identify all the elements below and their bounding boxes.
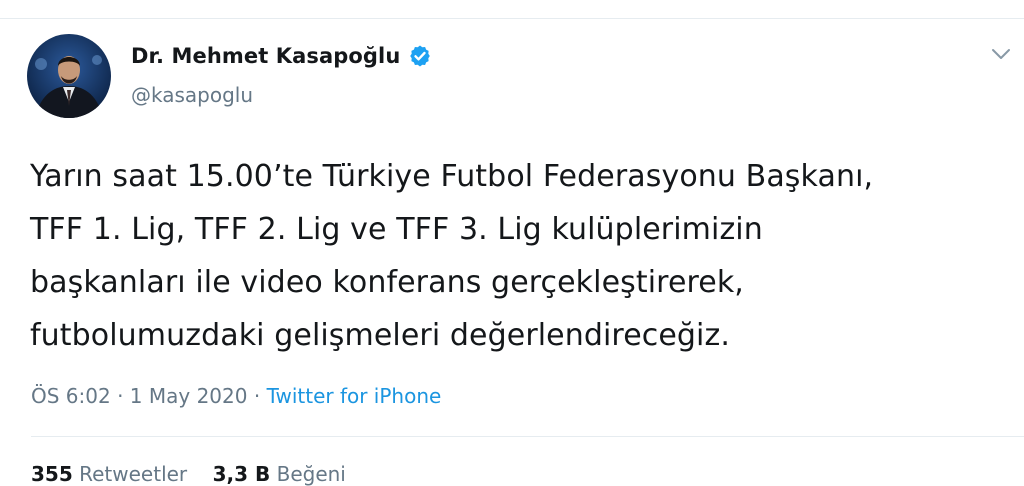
avatar-image xyxy=(27,34,111,118)
likes-count: 3,3 B xyxy=(212,462,271,486)
user-name-row[interactable]: Dr. Mehmet Kasapoğlu xyxy=(131,44,432,68)
stats-divider xyxy=(31,436,1024,437)
tweet-source-link[interactable]: Twitter for iPhone xyxy=(267,384,442,408)
retweets-label: Retweetler xyxy=(79,462,188,486)
avatar[interactable] xyxy=(27,34,111,118)
user-handle[interactable]: @kasapoglu xyxy=(131,83,253,107)
meta-separator: · xyxy=(247,384,267,408)
tweet-date[interactable]: 1 May 2020 xyxy=(130,384,248,408)
chevron-down-icon[interactable] xyxy=(988,44,1014,64)
tweet-meta: ÖS 6:02 · 1 May 2020 · Twitter for iPhon… xyxy=(31,384,441,408)
retweets-stat[interactable]: 355 Retweetler xyxy=(31,462,187,486)
retweets-count: 355 xyxy=(31,462,73,486)
top-divider xyxy=(0,0,1024,19)
meta-separator: · xyxy=(110,384,130,408)
verified-badge-icon xyxy=(410,45,431,67)
tweet-text: Yarın saat 15.00’te Türkiye Futbol Feder… xyxy=(30,159,874,353)
display-name[interactable]: Dr. Mehmet Kasapoğlu xyxy=(131,44,400,68)
likes-stat[interactable]: 3,3 B Beğeni xyxy=(213,462,346,486)
tweet-time[interactable]: ÖS 6:02 xyxy=(31,384,111,408)
tweet-stats: 355 Retweetler 3,3 B Beğeni xyxy=(31,462,346,486)
likes-label: Beğeni xyxy=(276,462,346,486)
